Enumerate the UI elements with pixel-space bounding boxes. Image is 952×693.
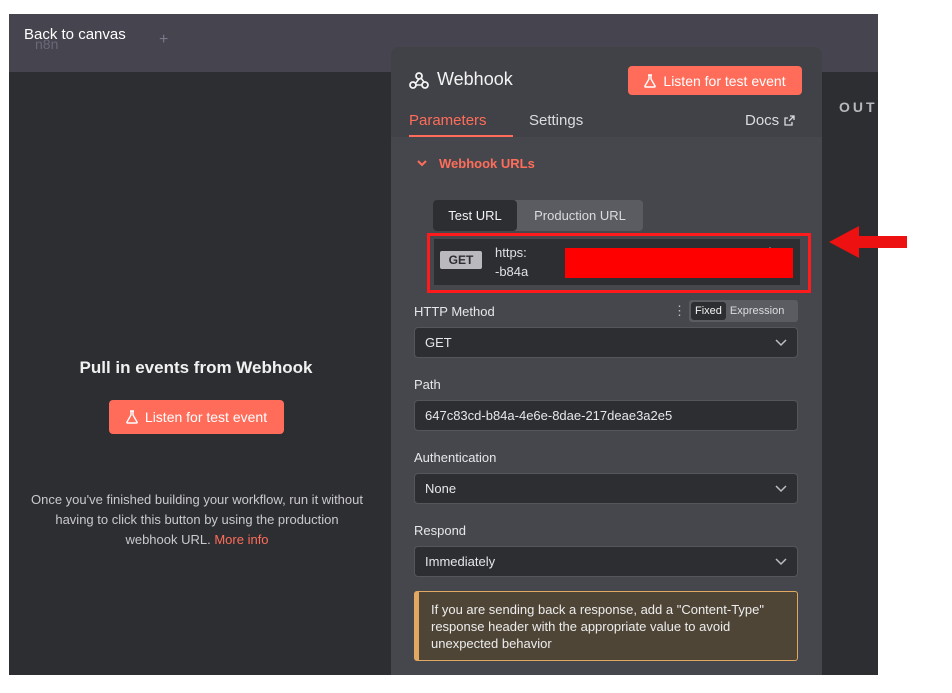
output-pane: OUT	[829, 72, 878, 675]
arrow-left-icon	[829, 226, 907, 258]
http-method-label: HTTP Method	[414, 304, 495, 319]
ghost-add-tab: +	[159, 31, 169, 48]
webhook-urls-toggle[interactable]: Webhook URLs	[417, 156, 535, 171]
input-pane: Pull in events from Webhook Listen for t…	[9, 72, 391, 675]
respond-label: Respond	[414, 523, 467, 538]
chevron-down-icon	[775, 339, 787, 347]
listen-test-event-label: Listen for test event	[144, 409, 268, 425]
webhook-urls-title: Webhook URLs	[439, 156, 535, 171]
more-info-link[interactable]: More info	[214, 532, 268, 547]
test-url-tab[interactable]: Test URL	[433, 200, 517, 231]
tab-docs-label: Docs	[745, 112, 780, 129]
app-window: n8n + Back to canvas Pull in events from…	[9, 14, 878, 675]
redaction-block	[565, 248, 793, 278]
http-method-select[interactable]: GET	[414, 327, 798, 358]
input-pane-description: Once you've finished building your workf…	[31, 490, 363, 550]
fixed-expression-toggle: Fixed Expression	[689, 300, 798, 322]
tab-parameters[interactable]: Parameters	[409, 112, 513, 137]
listen-test-event-button[interactable]: Listen for test event	[109, 400, 284, 434]
external-link-icon	[784, 115, 795, 126]
panel-header: Webhook Listen for test event Parameters…	[391, 47, 822, 137]
webhook-url-box[interactable]: GET https:c83cd -b84a	[434, 239, 800, 285]
authentication-value: None	[425, 481, 457, 496]
webhook-icon	[409, 71, 429, 89]
content-type-notice: If you are sending back a response, add …	[414, 591, 798, 661]
webhook-url-highlight: GET https:c83cd -b84a	[427, 233, 811, 293]
back-to-canvas-link[interactable]: Back to canvas	[24, 26, 126, 43]
input-pane-title: Pull in events from Webhook	[79, 358, 313, 377]
node-title: Webhook	[409, 69, 513, 90]
chevron-down-icon	[775, 485, 787, 493]
header-listen-test-event-button[interactable]: Listen for test event	[628, 66, 802, 95]
url-line2: -b84a	[495, 264, 529, 279]
header-listen-label: Listen for test event	[663, 72, 786, 89]
production-url-tab[interactable]: Production URL	[517, 200, 643, 231]
chevron-down-icon	[417, 159, 427, 166]
panel-tabs: Parameters Settings Docs	[391, 109, 822, 137]
http-method-value: GET	[425, 335, 452, 350]
options-menu-icon[interactable]: ⋮	[673, 303, 686, 319]
path-label: Path	[414, 377, 441, 392]
respond-value: Immediately	[425, 554, 496, 569]
node-parameters-panel: Webhook Listen for test event Parameters…	[391, 47, 822, 675]
method-badge: GET	[440, 251, 482, 269]
authentication-select[interactable]: None	[414, 473, 798, 504]
node-title-text: Webhook	[437, 69, 513, 89]
path-input[interactable]: 647c83cd-b84a-4e6e-8dae-217deae3a2e5	[414, 400, 798, 431]
flask-icon	[644, 73, 657, 88]
url-type-toggle: Test URL Production URL	[433, 200, 643, 231]
description-text: Once you've finished building your workf…	[31, 492, 363, 547]
expression-option[interactable]: Expression	[726, 302, 788, 320]
fixed-option[interactable]: Fixed	[691, 302, 726, 320]
url-line1: https:	[495, 245, 527, 260]
flask-icon	[126, 410, 138, 424]
respond-select[interactable]: Immediately	[414, 546, 798, 577]
output-pane-label: OUT	[839, 99, 878, 115]
authentication-label: Authentication	[414, 450, 497, 465]
chevron-down-icon	[775, 558, 787, 566]
tab-settings[interactable]: Settings	[529, 112, 583, 135]
path-value: 647c83cd-b84a-4e6e-8dae-217deae3a2e5	[425, 408, 673, 423]
tab-docs[interactable]: Docs	[745, 112, 795, 135]
